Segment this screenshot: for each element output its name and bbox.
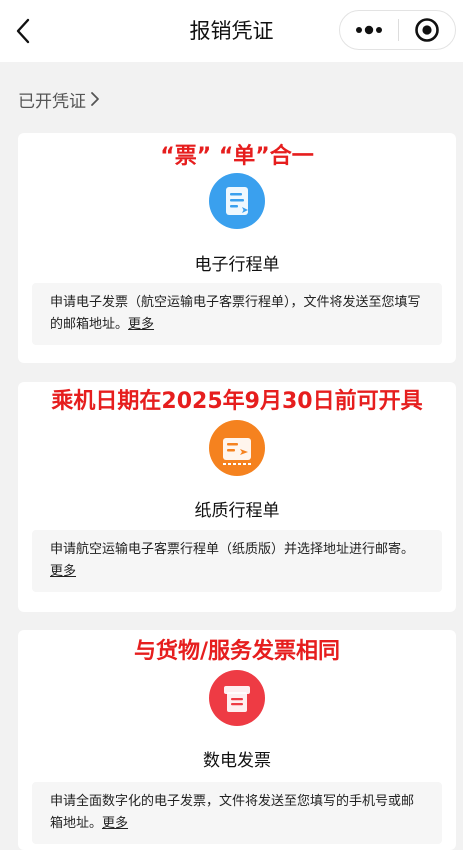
description-text: 申请电子发票（航空运输电子客票行程单），文件将发送至您填写的邮箱地址。 xyxy=(50,295,421,332)
more-link[interactable]: 更多 xyxy=(102,816,128,831)
mini-program-capsule xyxy=(339,10,456,50)
card-paper-itinerary[interactable]: 乘机日期在2025年9月30日前可开具 纸质行程单 申请航空运输电子客票行程单（… xyxy=(18,382,456,612)
paper-ticket-icon xyxy=(209,420,265,476)
more-dots-icon xyxy=(355,25,382,35)
card-banner: 与货物/服务发票相同 xyxy=(133,639,341,664)
more-link[interactable]: 更多 xyxy=(128,317,154,332)
description-text: 申请航空运输电子客票行程单（纸质版）并选择地址进行邮寄。 xyxy=(50,542,415,557)
card-title: 电子行程单 xyxy=(194,255,280,275)
more-link[interactable]: 更多 xyxy=(50,564,76,579)
digital-invoice-printer-icon xyxy=(209,670,265,726)
chevron-right-icon xyxy=(91,92,99,106)
opened-vouchers-link[interactable]: 已开凭证 xyxy=(18,86,100,112)
target-close-icon xyxy=(414,18,439,42)
nav-bar: 报销凭证 xyxy=(0,0,463,62)
more-menu-button[interactable] xyxy=(340,11,398,49)
card-digital-invoice[interactable]: 与货物/服务发票相同 数电发票 申请全面数字化的电子发票，文件将发送至您填写的手… xyxy=(18,630,456,850)
itinerary-document-icon xyxy=(209,173,265,229)
card-electronic-itinerary[interactable]: “票” “单”合一 电子行程单 申请电子发票（航空运输电子客票行程单），文件将发… xyxy=(18,133,456,363)
card-description: 申请全面数字化的电子发票，文件将发送至您填写的手机号或邮箱地址。更多 xyxy=(32,782,442,844)
card-description: 申请航空运输电子客票行程单（纸质版）并选择地址进行邮寄。更多 xyxy=(32,530,442,592)
close-mini-program-button[interactable] xyxy=(398,11,455,49)
card-title: 纸质行程单 xyxy=(194,501,280,521)
card-banner: “票” “单”合一 xyxy=(160,144,314,169)
opened-vouchers-label: 已开凭证 xyxy=(18,91,86,112)
card-title: 数电发票 xyxy=(203,751,271,771)
card-banner: 乘机日期在2025年9月30日前可开具 xyxy=(51,389,423,414)
card-description: 申请电子发票（航空运输电子客票行程单），文件将发送至您填写的邮箱地址。更多 xyxy=(32,283,442,345)
